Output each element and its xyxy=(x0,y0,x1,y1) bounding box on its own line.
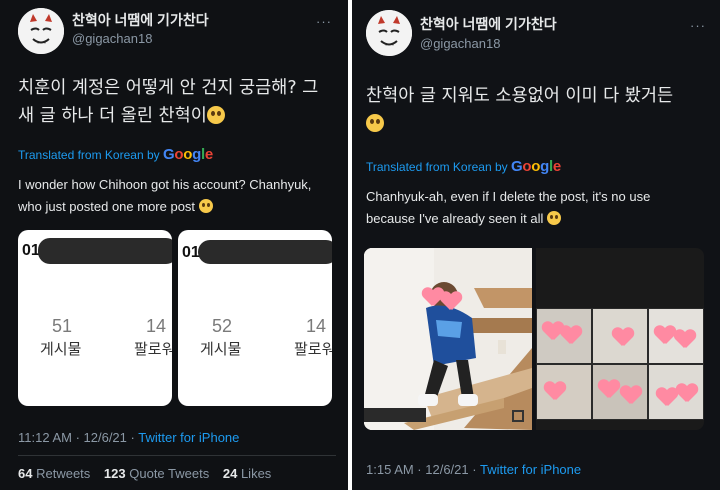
translation-line: because I've already seen it all xyxy=(366,208,711,230)
posts-count: 52 xyxy=(212,316,233,336)
author-handle[interactable]: @gigachan18 xyxy=(72,31,152,46)
heart-sticker-icon xyxy=(620,386,642,406)
followers-count: 14 xyxy=(306,316,327,336)
attached-photo[interactable] xyxy=(364,248,532,430)
tweet-panel-left: 찬혁아 너땜에 기가찬다 @gigachan18 ··· 치훈이 계정은 어떻게… xyxy=(0,0,348,490)
author-handle[interactable]: @gigachan18 xyxy=(420,36,500,51)
tweet-text-line xyxy=(366,110,711,138)
translation-text: Chanhyuk-ah, even if I delete the post, … xyxy=(366,186,711,230)
translation-line: I wonder how Chihoon got his account? Ch… xyxy=(18,177,312,192)
tweet-timestamp[interactable]: 1:15 AM · 12/6/21 · xyxy=(366,462,477,477)
posts-label: 게시물 xyxy=(40,340,82,358)
translation-text: I wonder how Chihoon got his account? Ch… xyxy=(18,174,343,218)
redaction-bar xyxy=(198,240,332,264)
tweet-meta: 1:15 AM · 12/6/21 · Twitter for iPhone xyxy=(366,462,581,477)
author-name[interactable]: 찬혁아 너땜에 기가찬다 xyxy=(72,10,209,30)
retweets-stat[interactable]: 64 Retweets xyxy=(18,466,90,481)
tweet-source-link[interactable]: Twitter for iPhone xyxy=(138,430,239,445)
translated-prefix: Translated from Korean by xyxy=(18,148,160,162)
tweet-timestamp[interactable]: 11:12 AM · 12/6/21 · xyxy=(18,430,135,445)
translated-by-google[interactable]: Translated from Korean by Google xyxy=(366,158,561,175)
followers-count: 14 xyxy=(146,316,167,336)
profile-screenshot-card[interactable]: 01 51 게시물 14 팔로워 xyxy=(18,230,172,406)
author-name[interactable]: 찬혁아 너땜에 기가찬다 xyxy=(420,14,557,34)
pleading-face-emoji-icon xyxy=(547,211,561,225)
translation-line: who just posted one more post xyxy=(18,196,343,218)
tweet-text: 찬혁아 글 지워도 소용없어 이미 다 봤거든 xyxy=(366,82,711,138)
tweet-text-span: 새 글 하나 더 올린 찬혁이 xyxy=(18,106,207,126)
photo-staircase-person xyxy=(364,248,532,430)
heart-sticker-icon xyxy=(676,384,698,404)
quote-tweets-stat[interactable]: 123 Quote Tweets xyxy=(104,466,209,481)
heart-sticker-icon xyxy=(612,328,634,348)
devil-face-icon xyxy=(18,8,64,54)
heart-sticker-icon xyxy=(674,330,696,350)
attached-photo[interactable] xyxy=(536,248,704,430)
more-dots-icon[interactable]: ··· xyxy=(316,14,332,29)
tweet-text-line: 새 글 하나 더 올린 찬혁이 xyxy=(18,102,343,130)
posts-count: 51 xyxy=(52,316,73,336)
translation-span: because I've already seen it all xyxy=(366,211,544,226)
pleading-face-emoji-icon xyxy=(366,114,384,132)
translation-line: Chanhyuk-ah, even if I delete the post, … xyxy=(366,189,651,204)
google-logo-icon: Google xyxy=(510,158,561,175)
followers-label: 팔로워 xyxy=(134,340,172,358)
heart-sticker-icon xyxy=(560,326,582,346)
tweet-text-line: 치훈이 계정은 어떻게 안 건지 궁금해? 그 xyxy=(18,78,319,98)
more-dots-icon[interactable]: ··· xyxy=(690,18,706,33)
pleading-face-emoji-icon xyxy=(206,106,225,124)
likes-stat[interactable]: 24 Likes xyxy=(223,466,271,481)
engagement-stats: 64 Retweets 123 Quote Tweets 24 Likes xyxy=(18,466,271,481)
heart-sticker-icon xyxy=(598,380,620,400)
translation-span: who just posted one more post xyxy=(18,199,196,214)
translated-prefix: Translated from Korean by xyxy=(366,160,508,174)
tweet-meta: 11:12 AM · 12/6/21 · Twitter for iPhone xyxy=(18,430,239,445)
google-logo-icon: Google xyxy=(162,146,213,163)
profile-screenshot-card[interactable]: 01 52 게시물 14 팔로워 xyxy=(178,230,332,406)
divider xyxy=(18,455,336,456)
heart-sticker-icon xyxy=(440,292,462,312)
tweet-source-link[interactable]: Twitter for iPhone xyxy=(480,462,581,477)
tweet-text-line: 찬혁아 글 지워도 소용없어 이미 다 봤거든 xyxy=(366,86,674,106)
tweet-text: 치훈이 계정은 어떻게 안 건지 궁금해? 그 새 글 하나 더 올린 찬혁이 xyxy=(18,74,343,130)
translated-by-google[interactable]: Translated from Korean by Google xyxy=(18,146,213,163)
pleading-face-emoji-icon xyxy=(198,199,213,213)
devil-face-icon xyxy=(366,10,412,56)
author-avatar[interactable] xyxy=(366,10,412,56)
author-avatar[interactable] xyxy=(18,8,64,54)
tweet-panel-right: 찬혁아 너땜에 기가찬다 @gigachan18 ··· 찬혁아 글 지워도 소… xyxy=(352,0,720,490)
bookmark-icon[interactable] xyxy=(512,410,524,422)
redaction-bar xyxy=(38,238,172,264)
posts-label: 게시물 xyxy=(200,340,242,358)
followers-label: 팔로워 xyxy=(294,340,332,358)
heart-sticker-icon xyxy=(544,382,566,402)
